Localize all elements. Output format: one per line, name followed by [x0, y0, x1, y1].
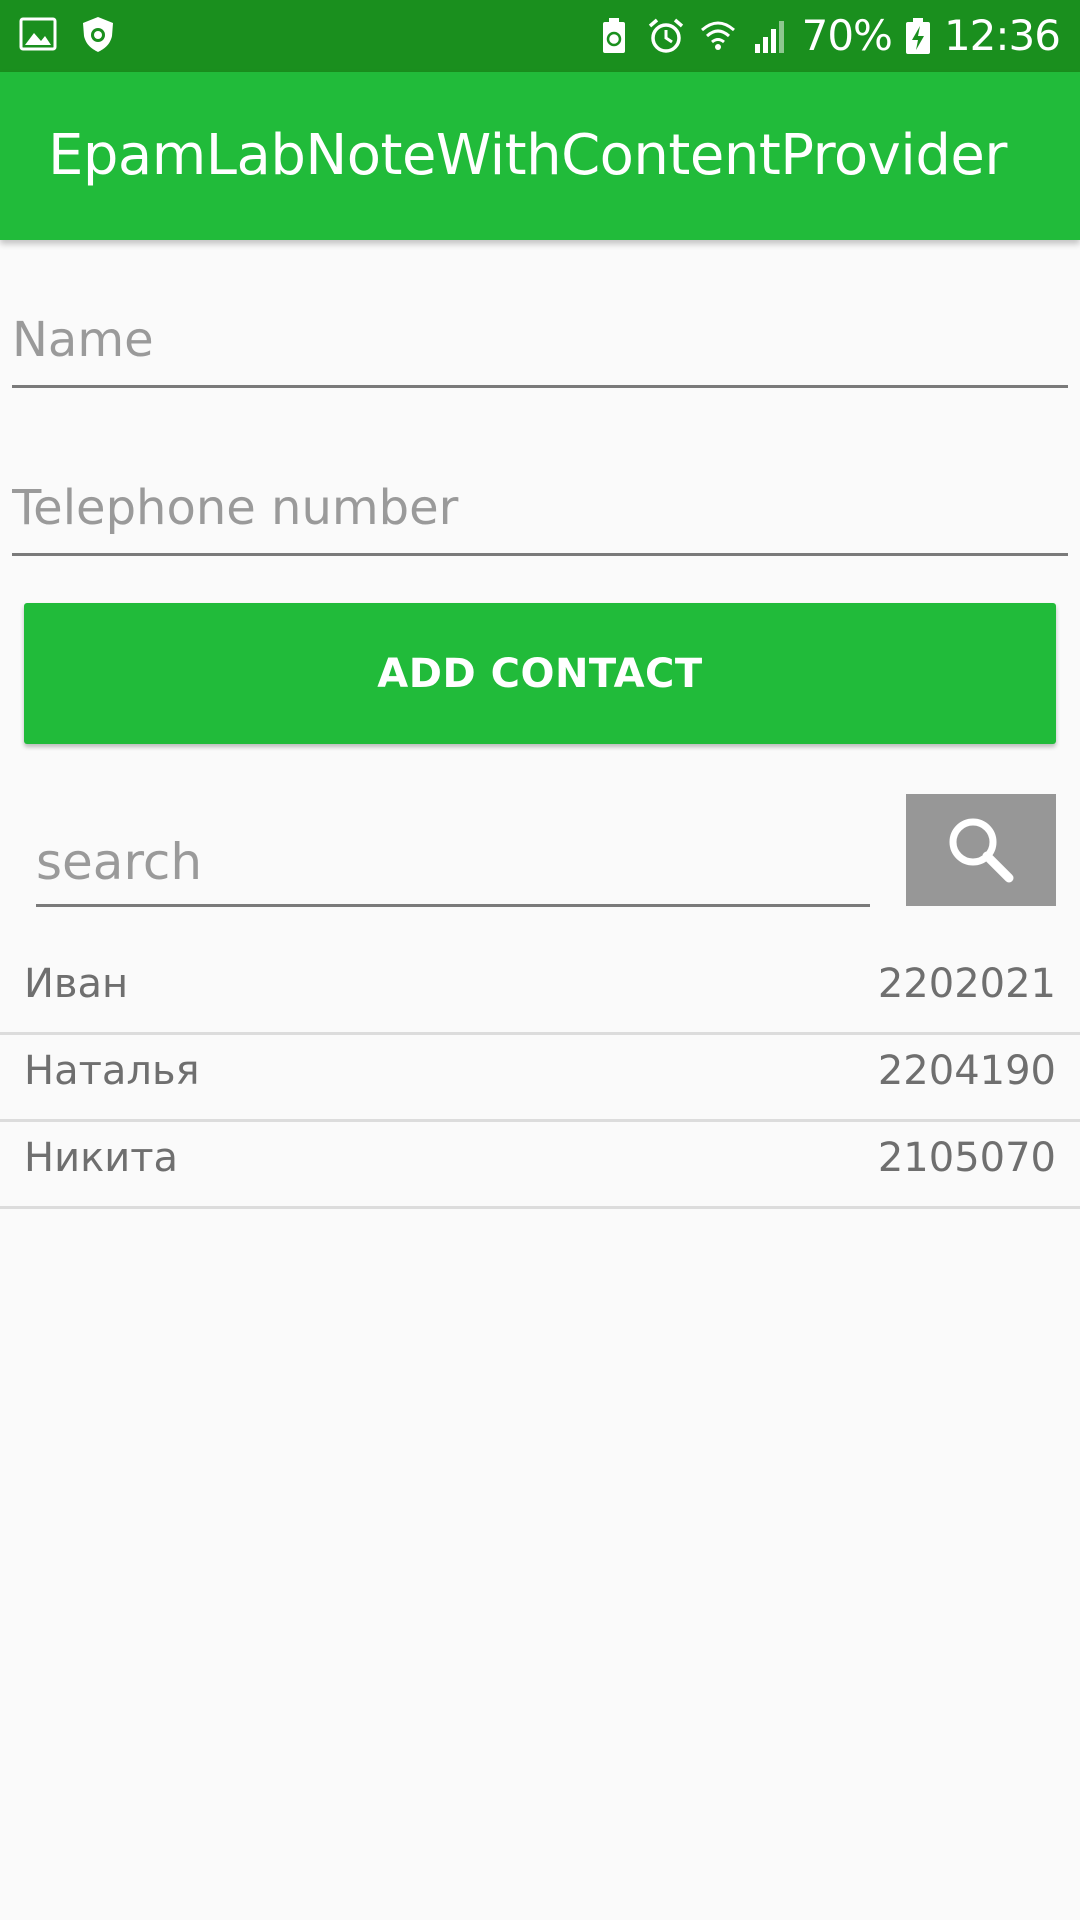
- list-item[interactable]: Наталья 2204190: [0, 1035, 1080, 1122]
- app-title: EpamLabNoteWithContentProvider: [48, 123, 1007, 188]
- alarm-icon: [646, 16, 686, 56]
- wifi-icon: [698, 16, 738, 56]
- list-item[interactable]: Иван 2202021: [0, 948, 1080, 1035]
- contact-phone: 2204190: [877, 1048, 1056, 1094]
- search-icon: [941, 810, 1021, 890]
- status-left-icons: [18, 14, 118, 54]
- add-contact-button[interactable]: ADD CONTACT: [24, 603, 1056, 744]
- battery-saver-icon: [594, 16, 634, 56]
- search-button[interactable]: [906, 794, 1056, 906]
- contact-name: Никита: [24, 1135, 179, 1181]
- search-input[interactable]: [36, 820, 870, 907]
- image-icon: [18, 14, 58, 54]
- status-bar: 70% 12:36: [0, 0, 1080, 72]
- name-field[interactable]: [12, 295, 1068, 388]
- status-right-icons: 70% 12:36: [594, 0, 1061, 72]
- telephone-number-field[interactable]: [12, 463, 1068, 556]
- contact-name: Наталья: [24, 1048, 200, 1094]
- clock: 12:36: [943, 11, 1061, 60]
- shield-bug-icon: [78, 14, 118, 54]
- signal-icon: [750, 16, 790, 56]
- app-bar: EpamLabNoteWithContentProvider: [0, 72, 1080, 240]
- contact-phone: 2202021: [877, 961, 1056, 1007]
- contact-name: Иван: [24, 961, 129, 1007]
- contact-list: Иван 2202021 Наталья 2204190 Никита 2105070: [0, 948, 1080, 1209]
- contact-phone: 2105070: [877, 1135, 1056, 1181]
- list-item[interactable]: Никита 2105070: [0, 1122, 1080, 1209]
- battery-charging-icon: [904, 16, 932, 56]
- battery-percent: 70%: [801, 11, 893, 60]
